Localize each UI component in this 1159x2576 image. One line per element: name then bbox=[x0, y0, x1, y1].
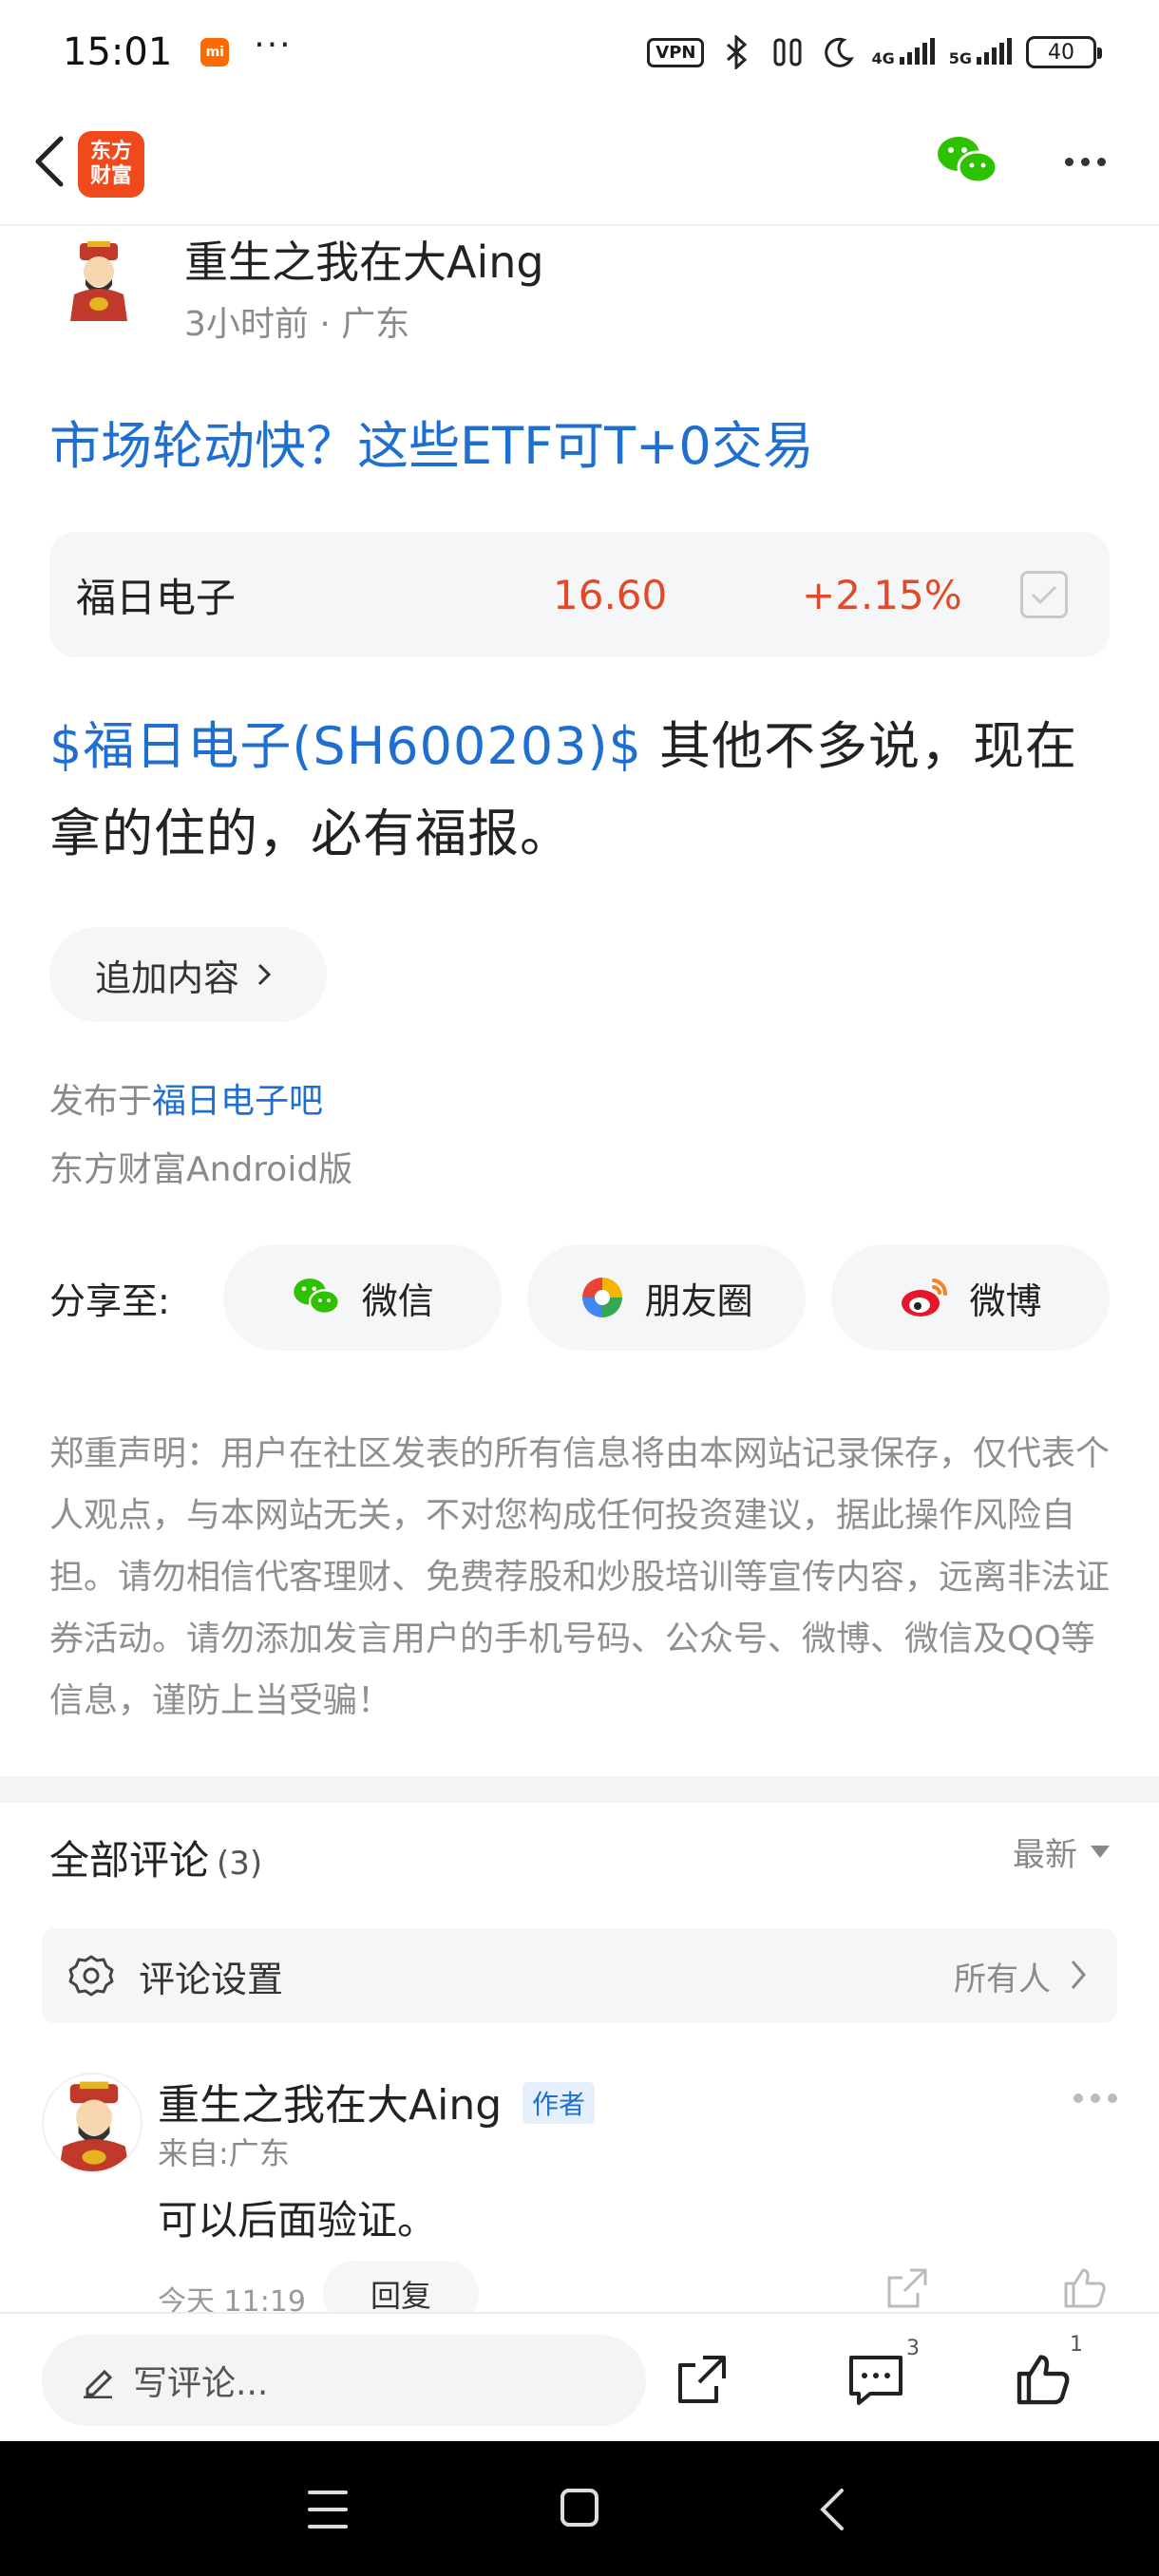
comment-like-icon[interactable] bbox=[1062, 2264, 1108, 2310]
back-button[interactable] bbox=[21, 133, 78, 190]
share-row: 分享至: 微信 朋友圈 微博 bbox=[49, 1244, 1110, 1351]
post-meta: 3小时前 · 广东 bbox=[184, 305, 410, 344]
stock-bar-link[interactable]: 福日电子吧 bbox=[152, 1082, 323, 1121]
write-comment-input[interactable]: 写评论... bbox=[42, 2335, 646, 2426]
post-author[interactable]: 重生之我在大Aing 3小时前 · 广东 bbox=[49, 228, 1110, 351]
recent-apps-button[interactable] bbox=[308, 2491, 348, 2529]
author-badge: 作者 bbox=[522, 2082, 596, 2124]
battery-icon: 40 bbox=[1026, 36, 1102, 68]
more-menu-button[interactable] bbox=[1056, 141, 1113, 182]
published-in: 发布于福日电子吧 bbox=[49, 1082, 324, 1121]
moon-icon bbox=[820, 33, 858, 71]
comments-button[interactable]: 3 bbox=[847, 2337, 920, 2411]
chevron-right-icon bbox=[1071, 1960, 1086, 1989]
check-icon bbox=[1031, 585, 1057, 605]
client-source: 东方财富Android版 bbox=[49, 1150, 353, 1189]
chevron-right-icon bbox=[257, 963, 272, 986]
caret-down-icon bbox=[1091, 1846, 1110, 1858]
comment-settings-value: 所有人 bbox=[954, 1960, 1051, 1998]
disclaimer: 郑重声明：用户在社区发表的所有信息将由本网站记录保存，仅代表个人观点，与本网站无… bbox=[49, 1434, 1111, 1720]
comment-share-icon[interactable] bbox=[885, 2266, 929, 2310]
comments-title: 全部评论 bbox=[49, 1837, 210, 1884]
stock-name: 福日电子 bbox=[76, 574, 237, 621]
author-name[interactable]: 重生之我在大Aing bbox=[184, 228, 544, 291]
comment-item: 重生之我在大Aing 作者 来自:广东 可以后面验证。 今天 11:19 回复 bbox=[42, 2071, 1117, 2327]
top-nav: 东方 财富 bbox=[0, 104, 1159, 226]
system-nav-bar bbox=[0, 2441, 1159, 2576]
bluetooth-icon bbox=[717, 33, 755, 71]
signal-4g-icon: 4G bbox=[871, 38, 935, 66]
comment-settings-row[interactable]: 评论设置 所有人 bbox=[42, 1928, 1117, 2023]
signal-5g-icon: 5G bbox=[949, 38, 1013, 66]
comment-bubble-icon bbox=[849, 2356, 902, 2405]
wechat-share-icon[interactable] bbox=[936, 133, 998, 190]
stock-card[interactable]: 福日电子 16.60 +2.15% bbox=[49, 532, 1110, 657]
stock-change: +2.15% bbox=[802, 571, 962, 618]
comment-settings-label: 评论设置 bbox=[139, 1958, 284, 2000]
status-bar: 15:01 mi ··· VPN 4G 5G 40 bbox=[0, 0, 1159, 104]
moments-icon bbox=[581, 1278, 622, 1317]
share-weibo-button[interactable]: 微博 bbox=[831, 1244, 1110, 1351]
back-arrow-icon bbox=[35, 136, 64, 187]
bottom-action-bar: 写评论... 3 1 bbox=[0, 2312, 1159, 2441]
system-back-button[interactable] bbox=[815, 2487, 847, 2532]
post-title[interactable]: 市场轮动快？这些ETF可T+0交易 bbox=[49, 404, 814, 479]
share-icon[interactable] bbox=[674, 2352, 730, 2407]
write-comment-placeholder: 写评论... bbox=[133, 2364, 269, 2403]
comment-author-name[interactable]: 重生之我在大Aing bbox=[158, 2071, 502, 2131]
more-notifications-icon: ··· bbox=[254, 26, 293, 65]
append-content-button[interactable]: 追加内容 bbox=[49, 927, 327, 1022]
comments-count: (3) bbox=[217, 1845, 263, 1883]
thumbs-up-icon bbox=[1016, 2355, 1070, 2405]
earbuds-icon bbox=[769, 33, 807, 71]
sort-dropdown[interactable]: 最新 bbox=[1013, 1828, 1110, 1875]
author-avatar[interactable] bbox=[59, 241, 139, 321]
like-count-badge: 1 bbox=[1070, 2333, 1083, 2357]
comment-location: 来自:广东 bbox=[158, 2135, 290, 2171]
vpn-icon: VPN bbox=[647, 37, 705, 67]
comment-avatar[interactable] bbox=[42, 2073, 142, 2173]
section-divider bbox=[0, 1776, 1159, 1803]
gear-icon bbox=[68, 1955, 114, 1997]
stock-link[interactable]: $福日电子(SH600203)$ bbox=[49, 716, 642, 776]
status-time: 15:01 bbox=[63, 30, 173, 74]
app-logo[interactable]: 东方 财富 bbox=[78, 131, 144, 198]
comment-count-badge: 3 bbox=[906, 2337, 920, 2360]
weibo-icon bbox=[901, 1279, 947, 1316]
like-button[interactable]: 1 bbox=[1015, 2333, 1083, 2411]
mi-app-icon: mi bbox=[200, 38, 230, 66]
share-label: 分享至: bbox=[49, 1279, 170, 1322]
home-button[interactable] bbox=[560, 2489, 598, 2527]
pencil-icon bbox=[84, 2369, 113, 2398]
wechat-icon bbox=[293, 1279, 340, 1316]
stock-price: 16.60 bbox=[553, 571, 668, 618]
share-moments-button[interactable]: 朋友圈 bbox=[527, 1244, 807, 1351]
post-body: $福日电子(SH600203)$ 其他不多说，现在拿的住的，必有福报。 bbox=[49, 703, 1110, 878]
comment-text: 可以后面验证。 bbox=[158, 2197, 438, 2244]
comments-header: 全部评论 (3) 最新 bbox=[49, 1828, 1110, 1885]
add-watchlist-checkbox[interactable] bbox=[1020, 571, 1068, 618]
share-wechat-button[interactable]: 微信 bbox=[223, 1244, 503, 1351]
comment-more-button[interactable] bbox=[1074, 2093, 1117, 2103]
